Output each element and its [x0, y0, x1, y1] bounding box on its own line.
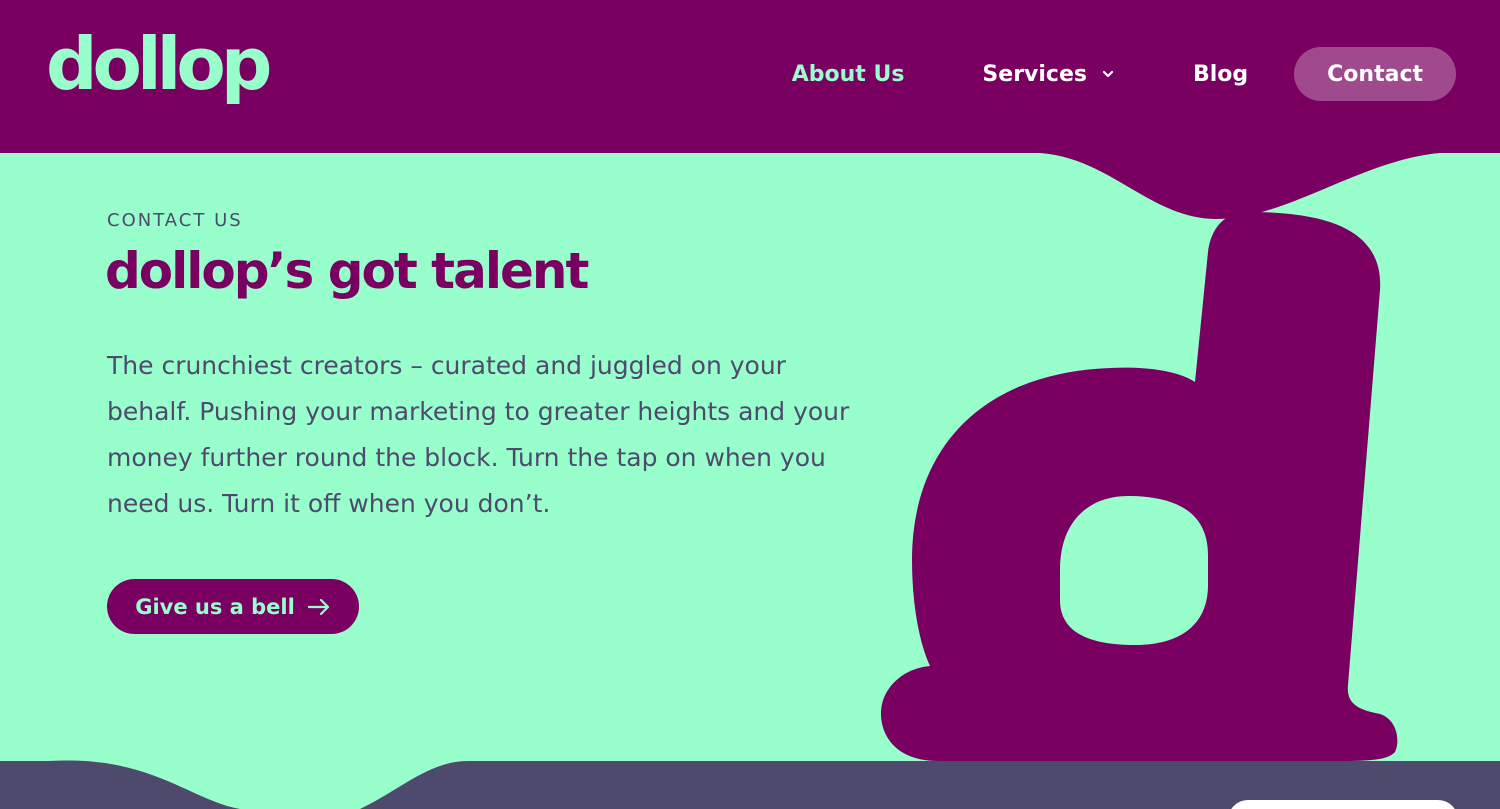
section-eyebrow: CONTACT US: [107, 210, 243, 231]
logo[interactable]: dollop: [46, 28, 272, 100]
contact-button[interactable]: Contact: [1294, 47, 1456, 101]
site-header: dollop About Us Services Blog Contact: [0, 0, 1500, 153]
nav-item-services[interactable]: Services: [982, 62, 1115, 87]
page-title: dollop’s got talent: [105, 242, 589, 300]
chevron-down-icon: [1102, 70, 1114, 78]
nav-item-blog[interactable]: Blog: [1193, 62, 1248, 87]
big-d-letter-shape: [880, 212, 1398, 761]
main-nav: About Us Services Blog Contact: [792, 46, 1456, 102]
page: dollop About Us Services Blog Contact CO…: [0, 0, 1500, 809]
cta-label: Give us a bell: [135, 594, 295, 619]
arrow-right-icon: [307, 598, 329, 615]
nav-item-services-label: Services: [982, 61, 1087, 87]
nav-item-about-us[interactable]: About Us: [792, 62, 905, 87]
give-us-a-bell-button[interactable]: Give us a bell: [107, 579, 359, 634]
header-blob-shape: [1040, 153, 1440, 220]
hero-description: The crunchiest creators – curated and ju…: [107, 351, 850, 518]
footer-white-pill: [1228, 800, 1458, 809]
